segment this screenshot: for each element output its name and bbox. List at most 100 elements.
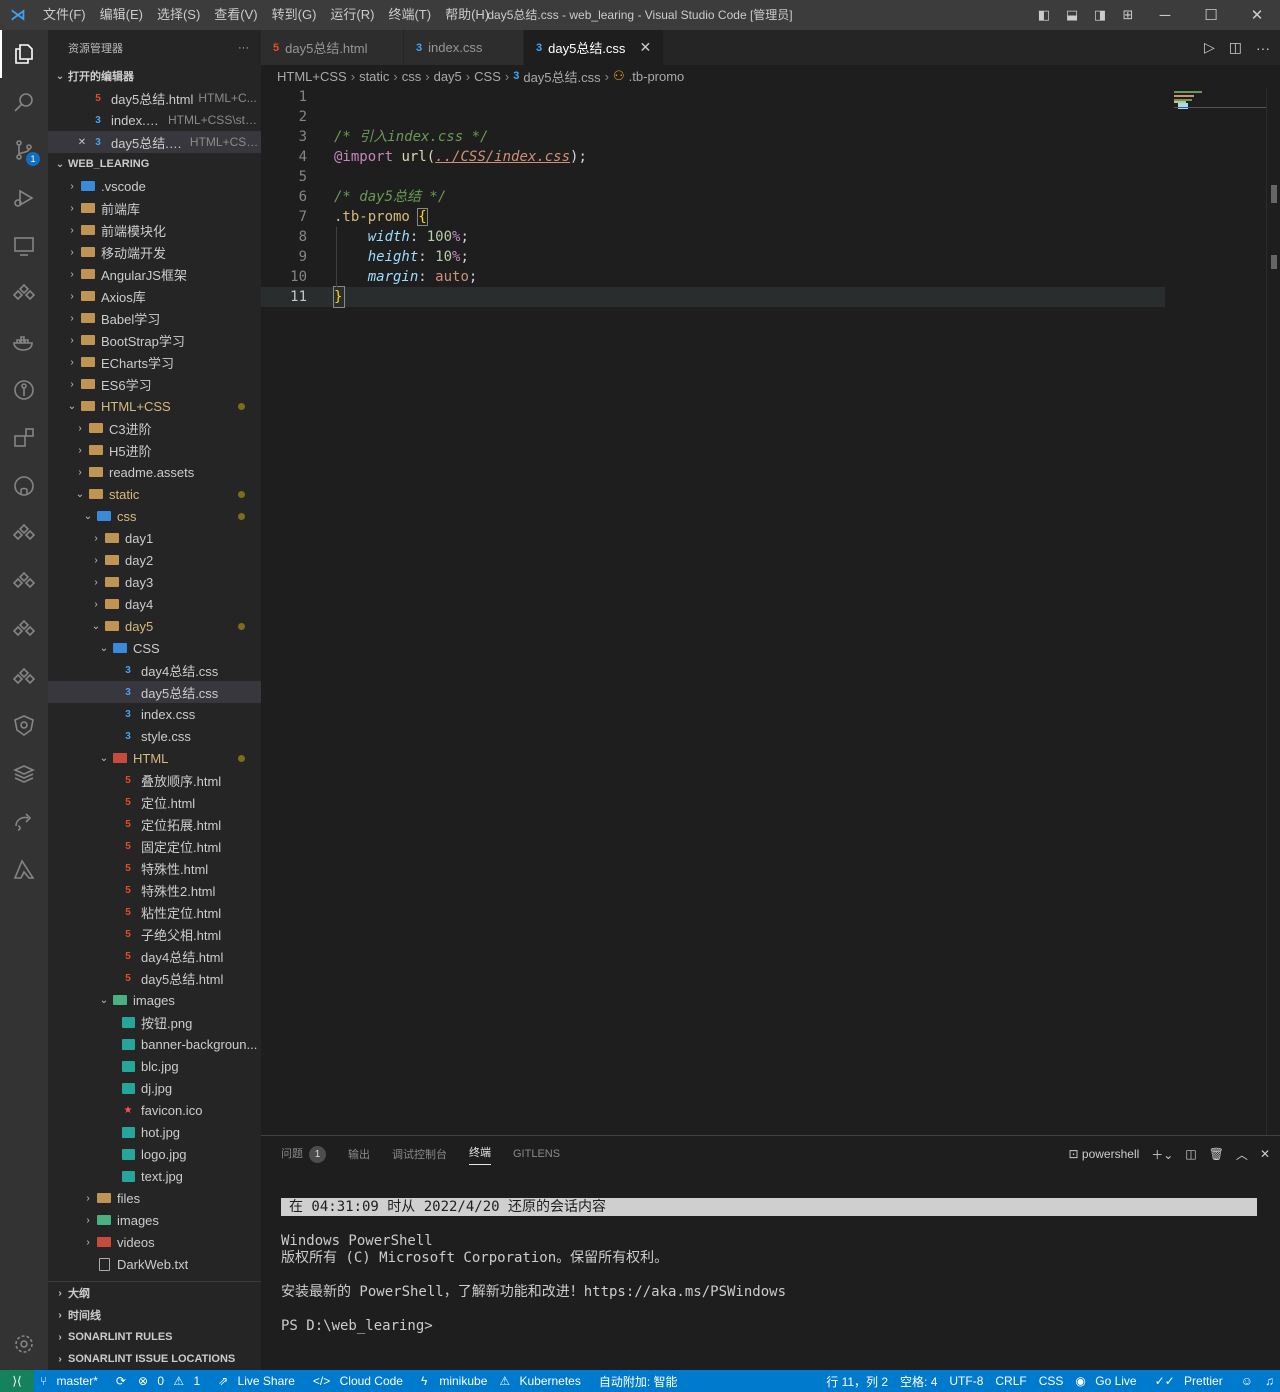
menu-file[interactable]: 文件(F) <box>36 0 93 30</box>
tab-debug-console[interactable]: 调试控制台 <box>392 1146 447 1162</box>
menu-run[interactable]: 运行(R) <box>323 0 381 30</box>
menu-terminal[interactable]: 终端(T) <box>381 0 438 30</box>
tree-file[interactable]: 5 固定定位.html <box>48 835 261 857</box>
tree-folder[interactable]: › videos <box>48 1231 261 1253</box>
menu-go[interactable]: 转到(G) <box>265 0 324 30</box>
source-control-icon[interactable]: 1 <box>0 126 48 174</box>
tree-file[interactable]: 5 子绝父相.html <box>48 923 261 945</box>
prettier-status[interactable]: ✓✓ Prettier <box>1149 1374 1235 1388</box>
tree-folder[interactable]: › Axios库 <box>48 285 261 307</box>
tab-output[interactable]: 输出 <box>348 1146 370 1162</box>
encoding-status[interactable]: UTF-8 <box>943 1374 989 1388</box>
run-icon[interactable]: ▷ <box>1204 39 1215 56</box>
customize-layout-icon[interactable]: ⊞ <box>1114 7 1142 23</box>
minimize-button[interactable]: ─ <box>1142 7 1188 24</box>
auto-attach-status[interactable]: 自动附加: 智能 <box>593 1373 684 1390</box>
extensions-icon[interactable] <box>0 270 48 318</box>
tab-problems[interactable]: 问题 1 <box>281 1145 326 1163</box>
tab-day5-css[interactable]: 3 day5总结.css ✕ <box>524 30 665 65</box>
gitlens-icon[interactable] <box>0 366 48 414</box>
maximize-panel-icon[interactable]: ︿ <box>1236 1146 1248 1163</box>
tree-file[interactable]: 5 特殊性2.html <box>48 879 261 901</box>
tree-folder-open[interactable]: ⌄ HTML+CSS <box>48 395 261 417</box>
tree-file[interactable]: ★ favicon.ico <box>48 1099 261 1121</box>
cloud-code-icon[interactable] <box>0 510 48 558</box>
live-share-icon[interactable] <box>0 798 48 846</box>
open-editor-item[interactable]: 3 index.css HTML+CSS\stat... <box>48 109 261 131</box>
tree-file[interactable]: hot.jpg <box>48 1121 261 1143</box>
tree-folder[interactable]: › files <box>48 1187 261 1209</box>
remote-indicator-icon[interactable]: ⟩⟨ <box>0 1370 34 1392</box>
breadcrumb-item[interactable]: CSS <box>474 69 501 84</box>
tree-file[interactable]: DarkWeb.txt <box>48 1253 261 1275</box>
breadcrumb-item[interactable]: .tb-promo <box>629 69 685 84</box>
live-share-status[interactable]: ⇗ Live Share <box>212 1374 307 1388</box>
breadcrumb-item[interactable]: css <box>402 69 422 84</box>
new-terminal-icon[interactable]: ＋⌄ <box>1151 1146 1173 1163</box>
sonarlint-rules-section[interactable]: › SONARLINT RULES <box>48 1326 261 1348</box>
tree-file[interactable]: banner-backgroun... <box>48 1033 261 1055</box>
tree-file[interactable]: blc.jpg <box>48 1055 261 1077</box>
tree-folder[interactable]: › 移动端开发 <box>48 241 261 263</box>
tree-folder-open[interactable]: ⌄ css <box>48 505 261 527</box>
secret-manager-icon[interactable] <box>0 654 48 702</box>
tree-folder[interactable]: › readme.assets <box>48 461 261 483</box>
outline-section[interactable]: › 大纲 <box>48 1282 261 1304</box>
editor-scrollbar[interactable] <box>1266 87 1280 1135</box>
terminal-selector[interactable]: ⊡ powershell <box>1069 1147 1140 1161</box>
open-editor-item-active[interactable]: ✕ 3 day5总结.css HTML+CSS... <box>48 131 261 153</box>
explorer-more-button[interactable]: ··· <box>238 42 249 54</box>
tree-file[interactable]: dj.jpg <box>48 1077 261 1099</box>
tree-file[interactable]: 5 特殊性.html <box>48 857 261 879</box>
tree-folder[interactable]: › day1 <box>48 527 261 549</box>
tree-file[interactable]: 5 粘性定位.html <box>48 901 261 923</box>
tree-folder[interactable]: › C3进阶 <box>48 417 261 439</box>
tree-folder[interactable]: › day4 <box>48 593 261 615</box>
tree-folder[interactable]: › Babel学习 <box>48 307 261 329</box>
tree-folder[interactable]: › ES6学习 <box>48 373 261 395</box>
close-panel-icon[interactable]: ✕ <box>1260 1147 1270 1161</box>
tab-index-css[interactable]: 3 index.css <box>404 30 524 65</box>
tree-folder[interactable]: › ECharts学习 <box>48 351 261 373</box>
tree-file[interactable]: 5 叠放顺序.html <box>48 769 261 791</box>
tree-folder[interactable]: › BootStrap学习 <box>48 329 261 351</box>
tree-file[interactable]: 按钮.png <box>48 1011 261 1033</box>
tree-file[interactable]: 3 index.css <box>48 703 261 725</box>
code-editor[interactable]: 1 2 3 /* 引入index.css */ 4 @import url(../C… <box>261 87 1280 1135</box>
search-icon[interactable] <box>0 78 48 126</box>
language-mode[interactable]: CSS <box>1033 1374 1070 1388</box>
toggle-panel-icon[interactable]: ⬓ <box>1058 7 1086 23</box>
tree-folder-open[interactable]: ⌄ images <box>48 989 261 1011</box>
docker-icon[interactable] <box>0 318 48 366</box>
tree-folder[interactable]: › 前端模块化 <box>48 219 261 241</box>
breadcrumb-item[interactable]: HTML+CSS <box>277 69 347 84</box>
notifications-bell-icon[interactable]: ♫ <box>1259 1374 1280 1388</box>
tree-file[interactable]: 3 day4总结.css <box>48 659 261 681</box>
eol-status[interactable]: CRLF <box>989 1374 1032 1388</box>
open-editor-item[interactable]: 5 day5总结.html HTML+C... <box>48 87 261 109</box>
menu-edit[interactable]: 编辑(E) <box>93 0 150 30</box>
maximize-button[interactable]: ☐ <box>1188 6 1234 24</box>
tree-folder[interactable]: › day2 <box>48 549 261 571</box>
azure-icon[interactable] <box>0 846 48 894</box>
more-actions-icon[interactable]: ··· <box>1256 40 1270 56</box>
problems-status[interactable]: ⊗ 0 ⚠ 1 <box>132 1374 212 1388</box>
close-tab-icon[interactable]: ✕ <box>639 39 651 56</box>
sync-icon[interactable]: ⟳ <box>110 1374 132 1388</box>
tree-file[interactable]: logo.jpg <box>48 1143 261 1165</box>
cloud-code-status[interactable]: </> Cloud Code <box>307 1374 415 1388</box>
tree-folder[interactable]: › images <box>48 1209 261 1231</box>
branch-status[interactable]: ⑂ master* <box>34 1374 110 1388</box>
indentation-status[interactable]: 空格: 4 <box>894 1373 943 1390</box>
menu-view[interactable]: 查看(V) <box>207 0 264 30</box>
tree-folder-open[interactable]: ⌄ CSS <box>48 637 261 659</box>
open-editors-section[interactable]: ⌄ 打开的编辑器 <box>48 65 261 87</box>
tree-file[interactable]: 5 day4总结.html <box>48 945 261 967</box>
menu-selection[interactable]: 选择(S) <box>150 0 207 30</box>
minikube-status[interactable]: minikube <box>433 1374 493 1388</box>
tab-day5-html[interactable]: 5 day5总结.html <box>261 30 404 65</box>
minimap[interactable] <box>1174 87 1266 117</box>
close-window-button[interactable]: ✕ <box>1234 6 1280 24</box>
breadcrumb-item[interactable]: day5总结.css <box>523 67 600 86</box>
cloud-run-icon[interactable] <box>0 558 48 606</box>
